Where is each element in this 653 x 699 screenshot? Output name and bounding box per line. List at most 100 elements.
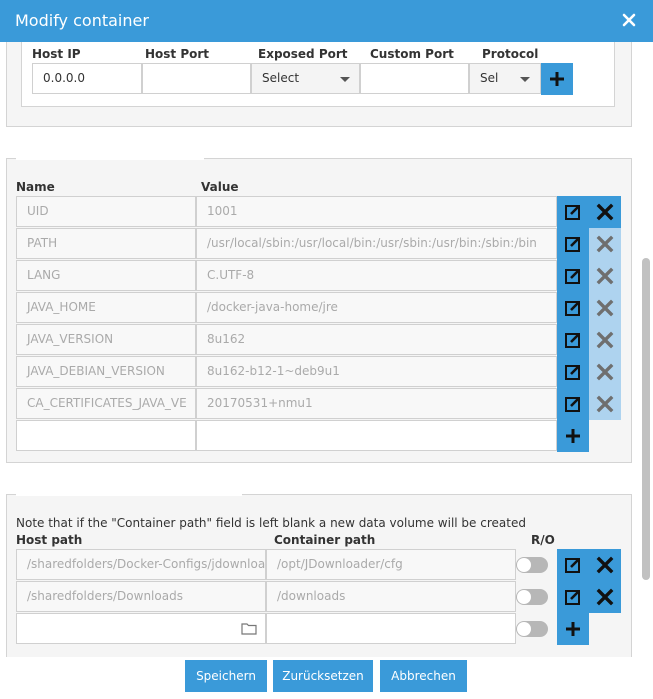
edit-icon	[565, 590, 580, 605]
dialog-title: Modify container	[15, 11, 149, 30]
delete-icon	[596, 235, 614, 253]
edit-icon	[565, 397, 580, 412]
protocol-header: Protocol	[482, 47, 539, 61]
exposed-port-value: Select	[262, 71, 300, 85]
save-button[interactable]: Speichern	[185, 660, 267, 692]
edit-volume-button[interactable]	[557, 581, 589, 613]
scrollbar-thumb[interactable]	[642, 258, 650, 580]
protocol-value: Sel	[480, 71, 499, 85]
env-value-cell: 8u162-b12-1~deb9u1	[196, 356, 557, 387]
volume-ro-toggle[interactable]	[516, 589, 548, 605]
edit-icon	[565, 558, 580, 573]
volume-container-path-cell: /downloads	[266, 581, 516, 612]
delete-icon	[596, 395, 614, 413]
dialog-content: Host IP Host Port Exposed Port Custom Po…	[0, 42, 653, 657]
volume-new-container-path-input[interactable]	[266, 613, 516, 644]
plus-icon	[566, 622, 580, 636]
edit-icon	[565, 333, 580, 348]
host-ip-header: Host IP	[32, 47, 81, 61]
env-name-header: Name	[16, 180, 55, 194]
close-icon[interactable]	[621, 12, 637, 28]
host-path-header: Host path	[16, 533, 83, 547]
delete-icon	[596, 363, 614, 381]
edit-env-button[interactable]	[557, 388, 589, 420]
cancel-button[interactable]: Abbrechen	[380, 660, 467, 692]
delete-env-button[interactable]	[589, 260, 621, 292]
env-value-header: Value	[201, 180, 239, 194]
edit-env-button[interactable]	[557, 292, 589, 324]
folder-icon[interactable]	[241, 622, 257, 635]
protocol-select[interactable]: Sel	[469, 63, 541, 94]
edit-icon	[565, 269, 580, 284]
volume-new-host-path-input[interactable]	[16, 613, 266, 644]
delete-icon	[596, 556, 614, 574]
env-new-name-input[interactable]	[16, 420, 196, 451]
host-ip-input[interactable]: 0.0.0.0	[32, 63, 142, 94]
reset-button[interactable]: Zurücksetzen	[273, 660, 373, 692]
toggle-knob	[517, 622, 531, 636]
volume-host-path-cell: /sharedfolders/Downloads	[16, 581, 266, 612]
edit-icon	[565, 205, 580, 220]
env-name-cell: LANG	[16, 260, 196, 291]
env-value-cell: 1001	[196, 196, 557, 227]
host-port-header: Host Port	[145, 47, 210, 61]
env-value-cell: 20170531+nmu1	[196, 388, 557, 419]
delete-icon	[596, 267, 614, 285]
delete-volume-button[interactable]	[589, 549, 621, 581]
edit-env-button[interactable]	[557, 260, 589, 292]
env-legend	[16, 156, 204, 160]
env-name-cell: CA_CERTIFICATES_JAVA_VE	[16, 388, 196, 419]
edit-icon	[565, 237, 580, 252]
edit-env-button[interactable]	[557, 356, 589, 388]
env-new-value-input[interactable]	[196, 420, 557, 451]
edit-env-button[interactable]	[557, 196, 589, 228]
exposed-port-header: Exposed Port	[258, 47, 348, 61]
volumes-legend	[16, 492, 242, 496]
volume-container-path-cell: /opt/JDownloader/cfg	[266, 549, 516, 580]
edit-icon	[565, 301, 580, 316]
edit-volume-button[interactable]	[557, 549, 589, 581]
ro-header: R/O	[531, 533, 555, 547]
volume-ro-toggle[interactable]	[516, 557, 548, 573]
env-name-cell: JAVA_DEBIAN_VERSION	[16, 356, 196, 387]
delete-env-button[interactable]	[589, 388, 621, 420]
exposed-port-select[interactable]: Select	[251, 63, 360, 94]
env-name-cell: JAVA_VERSION	[16, 324, 196, 355]
edit-icon	[565, 365, 580, 380]
plus-icon	[550, 72, 564, 86]
volumes-note: Note that if the "Container path" field …	[16, 516, 526, 530]
dialog-titlebar: Modify container	[0, 0, 653, 42]
env-value-cell: C.UTF-8	[196, 260, 557, 291]
delete-icon	[596, 299, 614, 317]
toggle-knob	[517, 590, 531, 604]
delete-icon	[596, 203, 614, 221]
chevron-down-icon	[340, 77, 350, 82]
plus-icon	[566, 429, 580, 443]
add-volume-button[interactable]	[557, 613, 589, 645]
env-name-cell: UID	[16, 196, 196, 227]
env-name-cell: JAVA_HOME	[16, 292, 196, 323]
delete-env-button[interactable]	[589, 196, 621, 228]
delete-env-button[interactable]	[589, 356, 621, 388]
edit-env-button[interactable]	[557, 324, 589, 356]
env-name-cell: PATH	[16, 228, 196, 259]
custom-port-input[interactable]	[360, 63, 469, 94]
delete-env-button[interactable]	[589, 292, 621, 324]
delete-icon	[596, 588, 614, 606]
volume-new-ro-toggle[interactable]	[516, 621, 548, 637]
add-port-button[interactable]	[541, 63, 573, 95]
dialog-footer: Speichern Zurücksetzen Abbrechen	[0, 657, 653, 699]
env-value-cell: 8u162	[196, 324, 557, 355]
volume-host-path-cell: /sharedfolders/Docker-Configs/jdownloade…	[16, 549, 266, 580]
env-value-cell: /usr/local/sbin:/usr/local/bin:/usr/sbin…	[196, 228, 557, 259]
delete-icon	[596, 331, 614, 349]
host-port-input[interactable]	[142, 63, 251, 94]
edit-env-button[interactable]	[557, 228, 589, 260]
delete-env-button[interactable]	[589, 228, 621, 260]
env-value-cell: /docker-java-home/jre	[196, 292, 557, 323]
delete-env-button[interactable]	[589, 324, 621, 356]
delete-volume-button[interactable]	[589, 581, 621, 613]
toggle-knob	[517, 558, 531, 572]
custom-port-header: Custom Port	[370, 47, 454, 61]
add-env-button[interactable]	[557, 420, 589, 452]
